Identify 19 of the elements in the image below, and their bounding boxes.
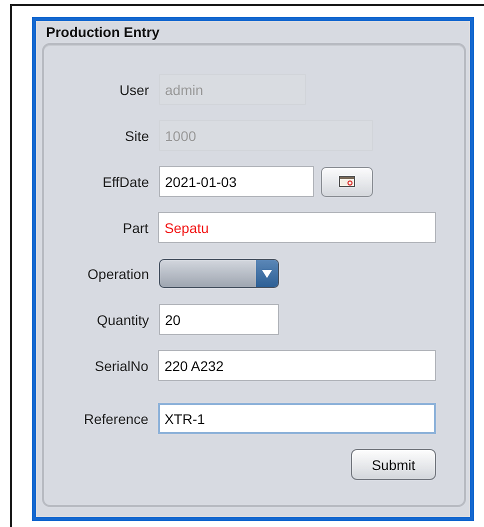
submit-button[interactable]: Submit xyxy=(351,449,436,480)
calendar-icon xyxy=(339,176,355,187)
field-label: Site xyxy=(124,128,149,144)
field-label: Reference xyxy=(82,410,148,426)
input-field[interactable]: 2021-01-03 xyxy=(159,166,314,197)
field-label: SerialNo xyxy=(94,358,148,374)
field-label: EffDate xyxy=(102,174,149,190)
field-label: Part xyxy=(122,220,148,236)
calendar-button[interactable] xyxy=(321,166,373,196)
panel-title: Production Entry xyxy=(45,23,160,42)
dropdown-arrow-icon xyxy=(262,270,272,278)
input-field[interactable]: Sepatu xyxy=(158,212,436,243)
field-label: Operation xyxy=(86,266,149,282)
input-field[interactable]: XTR-1 xyxy=(158,403,436,434)
field-label: User xyxy=(118,82,149,98)
dropdown[interactable] xyxy=(159,259,279,288)
field-label: Quantity xyxy=(96,312,149,328)
input-field[interactable]: 220 A232 xyxy=(158,350,436,381)
input-field[interactable]: 20 xyxy=(159,304,279,335)
